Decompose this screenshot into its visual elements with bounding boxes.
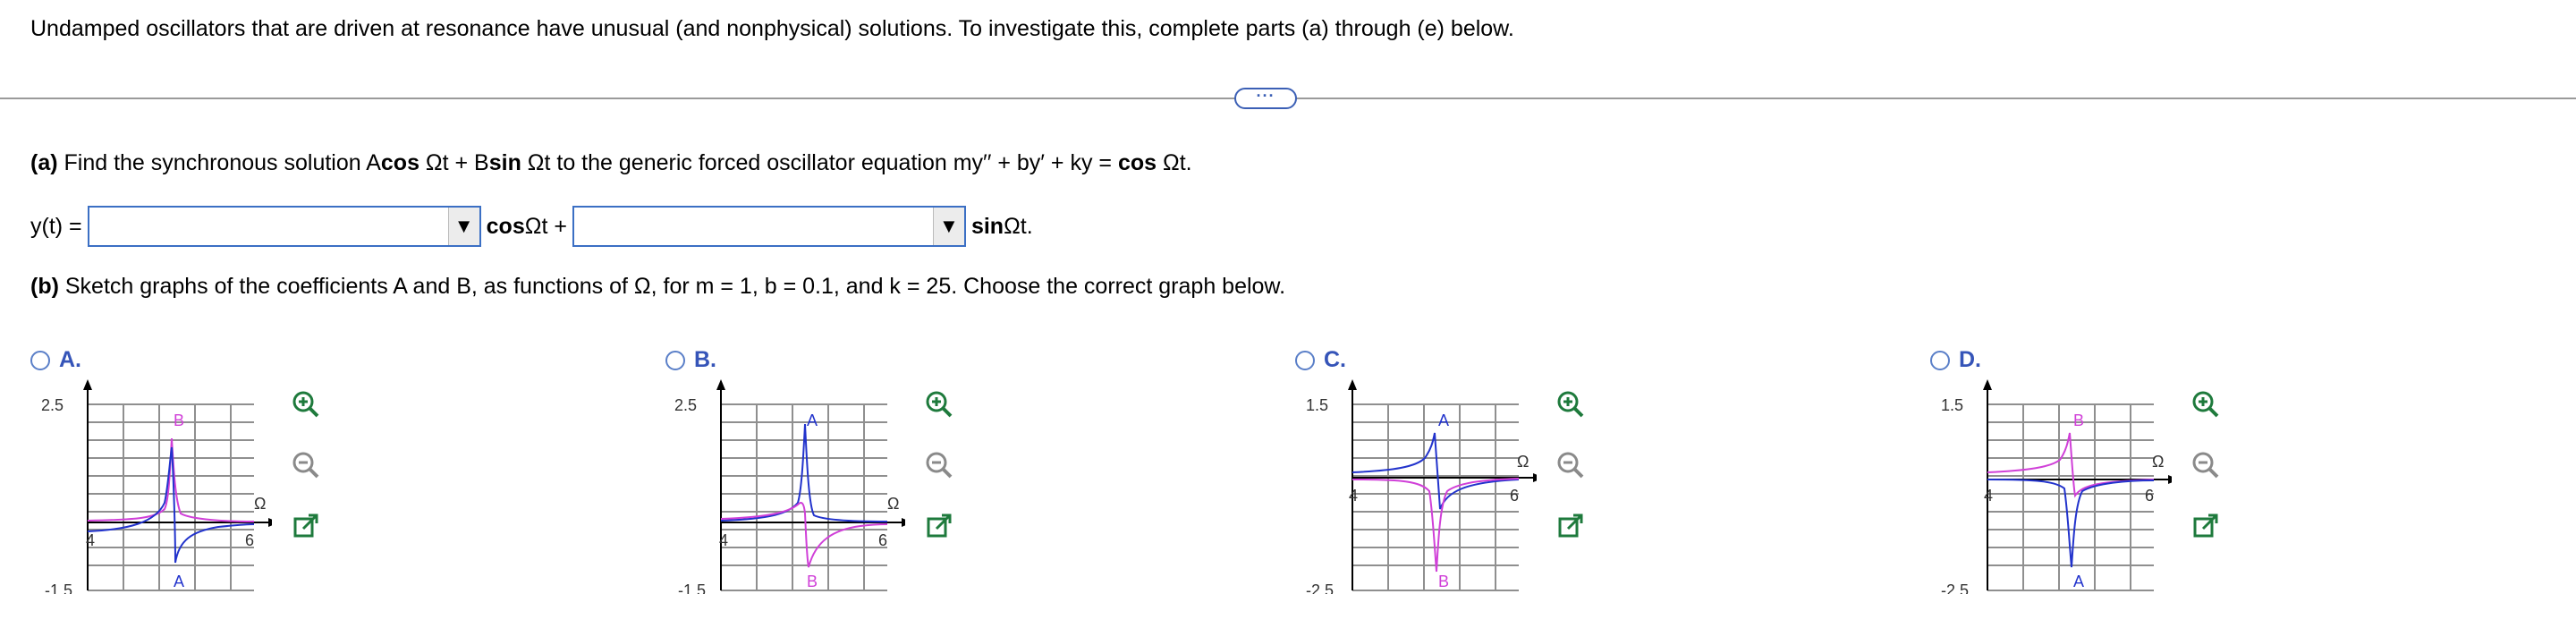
option-d[interactable]: D.: [1930, 347, 1981, 373]
radio-button[interactable]: [665, 350, 685, 370]
peak-label: B: [2073, 412, 2084, 429]
zoom-in-icon[interactable]: [290, 388, 322, 420]
option-d-tools: [2190, 388, 2222, 542]
coefficient-b-dropdown[interactable]: ▼: [572, 206, 966, 247]
option-c[interactable]: C.: [1295, 347, 1346, 373]
y-tick-top: 2.5: [674, 396, 697, 414]
coefficient-a-dropdown[interactable]: ▼: [87, 206, 481, 247]
x-tick-right: 6: [878, 531, 887, 549]
popout-icon[interactable]: [2190, 510, 2222, 542]
sin-term: sin: [970, 213, 1004, 239]
omega-axis-label: Ω: [1517, 453, 1529, 471]
radio-button[interactable]: [1295, 350, 1315, 370]
y-tick-top: 2.5: [41, 396, 64, 414]
zoom-in-icon[interactable]: [923, 388, 955, 420]
graph-option-c: 1.5 -2.5 4 6 Ω A B: [1306, 379, 1537, 594]
zoom-in-icon[interactable]: [1555, 388, 1587, 420]
dip-label: A: [2073, 573, 2084, 590]
graph-option-d: 1.5 -2.5 4 6 Ω B A: [1941, 379, 2172, 594]
popout-icon[interactable]: [290, 510, 322, 542]
intro-text: Undamped oscillators that are driven at …: [30, 16, 1514, 41]
option-a-tools: [290, 388, 322, 542]
radio-button[interactable]: [1930, 350, 1950, 370]
option-b-tools: [923, 388, 955, 542]
graph-option-a: 2.5 -1.5 4 6 Ω B A: [41, 379, 272, 594]
option-b[interactable]: B.: [665, 347, 716, 373]
popout-icon[interactable]: [923, 510, 955, 542]
x-tick-left: 4: [719, 531, 728, 549]
y-tick-bottom: -2.5: [1306, 581, 1334, 594]
y-label: y(t) =: [30, 213, 82, 239]
option-c-tools: [1555, 388, 1587, 542]
dip-label: B: [1438, 573, 1449, 590]
zoom-out-icon[interactable]: [923, 449, 955, 481]
option-a[interactable]: A.: [30, 347, 81, 373]
dip-label: A: [174, 573, 184, 590]
peak-label: A: [807, 412, 818, 429]
cos-term: cos: [486, 213, 525, 239]
omega-axis-label: Ω: [254, 495, 266, 513]
y-tick-top: 1.5: [1941, 396, 1963, 414]
x-tick-right: 6: [2145, 487, 2154, 505]
omega-axis-label: Ω: [2152, 453, 2164, 471]
part-a-question: (a) Find the synchronous solution Acos Ω…: [30, 150, 1192, 175]
y-tick-bottom: -2.5: [1941, 581, 1969, 594]
y-tick-bottom: -1.5: [678, 581, 706, 594]
y-tick-bottom: -1.5: [45, 581, 72, 594]
zoom-in-icon[interactable]: [2190, 388, 2222, 420]
x-tick-right: 6: [245, 531, 254, 549]
x-tick-left: 4: [86, 531, 95, 549]
popout-icon[interactable]: [1555, 510, 1587, 542]
x-tick-left: 4: [1349, 487, 1358, 505]
peak-label: B: [174, 412, 184, 429]
dip-label: B: [807, 573, 818, 590]
omega-axis-label: Ω: [887, 495, 899, 513]
zoom-out-icon[interactable]: [290, 449, 322, 481]
show-more-button[interactable]: ···: [1234, 88, 1297, 109]
peak-label: A: [1438, 412, 1449, 429]
dropdown-arrow-icon[interactable]: ▼: [447, 208, 479, 245]
zoom-out-icon[interactable]: [2190, 449, 2222, 481]
graph-option-b: 2.5 -1.5 4 6 Ω A B: [674, 379, 905, 594]
y-tick-top: 1.5: [1306, 396, 1328, 414]
answer-row: y(t) = ▼ cos Ωt + ▼ sin Ωt.: [30, 204, 1033, 249]
dropdown-arrow-icon[interactable]: ▼: [932, 208, 964, 245]
x-tick-left: 4: [1984, 487, 1993, 505]
x-tick-right: 6: [1510, 487, 1519, 505]
part-b-question: (b) Sketch graphs of the coefficients A …: [30, 274, 1286, 299]
zoom-out-icon[interactable]: [1555, 449, 1587, 481]
radio-button[interactable]: [30, 350, 50, 370]
